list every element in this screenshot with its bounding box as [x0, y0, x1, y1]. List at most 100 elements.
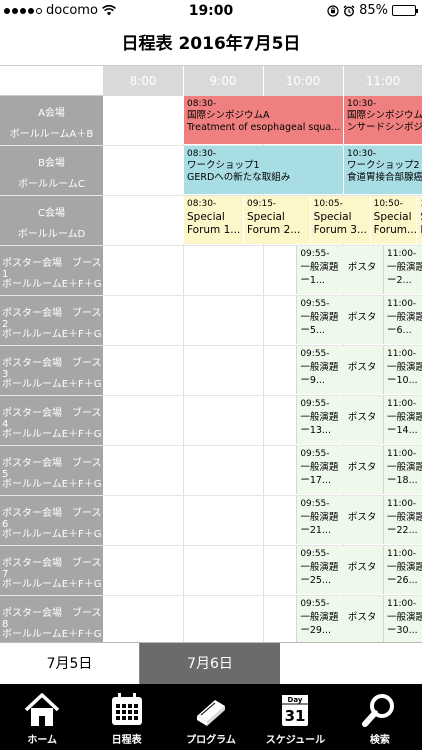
- session-title: ー18...: [387, 475, 418, 486]
- session-block[interactable]: 09:55- 一般演題 ポスタ ー29...: [296, 596, 383, 642]
- time-label: 8:00: [129, 74, 157, 88]
- session-block[interactable]: 11:00- 一般演題 ポスター6...: [383, 296, 422, 344]
- nav-item-home[interactable]: ホーム: [0, 684, 84, 750]
- session-title: ワークショップ1: [187, 160, 260, 171]
- session-title: 一般演題 ポスタ: [387, 562, 422, 573]
- session-time: 11:00-: [387, 499, 417, 509]
- session-title: 一般演題 ポスタ: [300, 562, 377, 573]
- nav-item-timetable[interactable]: 日程表: [84, 684, 168, 750]
- session-title: ー25...: [300, 575, 331, 586]
- room-label: ポスター会場 ブース7 ボールルームE＋F＋G: [0, 546, 103, 595]
- session-time: 09:55-: [300, 449, 330, 459]
- room-location: ボールルームE＋F＋G: [2, 579, 102, 590]
- session-time: 11:00-: [387, 449, 417, 459]
- session-block[interactable]: 09:55- 一般演題 ポスタ ー5...: [296, 296, 383, 344]
- session-title: ー29...: [300, 625, 331, 636]
- room-location: ボールルームC: [18, 179, 85, 190]
- session-block[interactable]: 11:00- 一般演題 ポスター22...: [383, 496, 422, 544]
- session-title: ンサードシンポジウム1...: [347, 122, 422, 133]
- session-block[interactable]: 09:55- 一般演題 ポスタ ー17...: [296, 446, 383, 494]
- session-title: 一般演題 ポスタ: [387, 512, 422, 523]
- calendar-grid-icon: [111, 693, 142, 725]
- nav-label: プログラム: [186, 735, 236, 746]
- room-label: B会場 ボールルームC: [0, 146, 103, 195]
- session-title: Forum...: [373, 224, 417, 236]
- session-block[interactable]: 09:55- 一般演題 ポスタ ー13...: [296, 396, 383, 444]
- session-title: 食道胃接合部腺癌の至適...: [347, 172, 422, 183]
- session-block[interactable]: 10:50- Special Forum...: [369, 196, 417, 244]
- rotation-lock-icon: [327, 4, 339, 17]
- session-title: 一般演題 ポスタ: [300, 262, 377, 273]
- row-timeline: 08:30- Special Forum 1... 09:15- Special Foru…: [103, 196, 422, 245]
- session-block[interactable]: 08:30- 国際シンポジウムA Treatment of esophageal s…: [183, 96, 343, 144]
- nav-item-search[interactable]: 検索: [338, 684, 422, 750]
- session-block[interactable]: 08:30- ワークショップ1 GERDへの新たな取組み: [183, 146, 343, 194]
- schedule-grid[interactable]: 8:00 9:00 10:00 11:00 A会場 ボールルームA＋B 08:30- 国際シ…: [0, 66, 422, 642]
- day-badge-number: 31: [285, 707, 306, 725]
- row-timeline: 08:30- ワークショップ1 GERDへの新たな取組み 10:30- ワークショップ2…: [103, 146, 422, 195]
- session-time: 08:30-: [187, 149, 217, 159]
- hour-gridline: [183, 446, 184, 495]
- row-timeline: 09:55- 一般演題 ポスター9... 11:00- 一般演題 ポスター10...: [103, 346, 422, 395]
- room-label: ポスター会場 ブース5 ボールルームE＋F＋G: [0, 446, 103, 495]
- session-title: 一般演題 ポスタ: [387, 312, 422, 323]
- session-title: ー26...: [387, 575, 418, 586]
- nav-label: 検索: [369, 735, 390, 746]
- tab-day-1[interactable]: 7月5日: [0, 643, 140, 685]
- session-block[interactable]: 10:05- Special Forum 3...: [309, 196, 370, 244]
- session-title: 一般演題 ポスタ: [300, 312, 377, 323]
- nav-item-schedule[interactable]: Day 31 スケジュール: [253, 684, 337, 750]
- row-timeline: 09:55- 一般演題 ポスター5... 11:00- 一般演題 ポスター6...: [103, 296, 422, 345]
- row-timeline: 09:55- 一般演題 ポスター25... 11:00- 一般演題 ポスター26...: [103, 546, 422, 595]
- schedule-row: C会場 ボールルームD 08:30- Special Forum 1... 09:15- S…: [0, 196, 422, 246]
- battery-percent: 85%: [359, 3, 388, 18]
- tab-day-2[interactable]: 7月6日: [140, 643, 280, 685]
- status-bar: docomo 19:00 85%: [0, 0, 422, 22]
- hour-gridline: [263, 396, 264, 445]
- session-block[interactable]: 11:00- 一般演題 ポスター18...: [383, 446, 422, 494]
- session-title: ー6...: [387, 325, 412, 336]
- nav-item-program[interactable]: プログラム: [169, 684, 253, 750]
- room-label: C会場 ボールルームD: [0, 196, 103, 245]
- session-block[interactable]: 09:15- Special Forum 2...: [243, 196, 310, 244]
- session-time: 11:00-: [387, 549, 417, 559]
- session-title: Forum 1...: [187, 224, 241, 236]
- session-time: 11:00-: [387, 599, 417, 609]
- session-block[interactable]: 10:30-ワークショップ2食道胃接合部腺癌の至適...: [343, 146, 422, 194]
- session-block[interactable]: 11:00- 一般演題 ポスター30...: [383, 596, 422, 642]
- session-block[interactable]: 09:55- 一般演題 ポスタ ー9...: [296, 346, 383, 394]
- room-location: ボールルームE＋F＋G: [2, 279, 102, 290]
- room-location: ボールルームE＋F＋G: [2, 379, 102, 390]
- session-time: 10:05-: [313, 199, 343, 209]
- nav-label: 日程表: [111, 735, 142, 746]
- session-block[interactable]: 11:00- 一般演題 ポスター10...: [383, 346, 422, 394]
- hour-gridline: [183, 396, 184, 445]
- session-title: 一般演題 ポスタ: [300, 412, 377, 423]
- session-block[interactable]: 09:55- 一般演題 ポスタ ー25...: [296, 546, 383, 594]
- session-time: 09:55-: [300, 599, 330, 609]
- room-location: ボールルームD: [17, 229, 86, 240]
- row-timeline: 09:55- 一般演題 ポスター1... 11:00- 一般演題 ポスター2...: [103, 246, 422, 295]
- session-block[interactable]: 08:30- Special Forum 1...: [183, 196, 243, 244]
- hour-gridline: [183, 346, 184, 395]
- session-title: ー5...: [300, 325, 325, 336]
- session-block[interactable]: 11:00- 一般演題 ポスター2...: [383, 246, 422, 294]
- session-block[interactable]: 11:00- 一般演題 ポスター26...: [383, 546, 422, 594]
- room-label: ポスター会場 ブース3 ボールルームE＋F＋G: [0, 346, 103, 395]
- session-title: Special: [187, 211, 225, 223]
- session-title: 一般演題 ポスタ: [300, 512, 377, 523]
- session-block[interactable]: 10:30-国際シンポジウムB（スポンサードシンポジウム1...: [343, 96, 422, 144]
- session-time: 09:55-: [300, 349, 330, 359]
- alarm-icon: [343, 4, 355, 17]
- session-title: Forum 2...: [247, 224, 301, 236]
- room-label: ポスター会場 ブース8 ボールルームE＋F＋G: [0, 596, 103, 642]
- session-title: ー14...: [387, 425, 418, 436]
- session-block[interactable]: 11:25-SpecialForum...: [416, 196, 422, 244]
- hour-gridline: [183, 296, 184, 345]
- room-location: ボールルームE＋F＋G: [2, 479, 102, 490]
- session-block[interactable]: 09:55- 一般演題 ポスタ ー1...: [296, 246, 383, 294]
- hour-gridline: [263, 246, 264, 295]
- session-block[interactable]: 09:55- 一般演題 ポスタ ー21...: [296, 496, 383, 544]
- hour-gridline: [183, 246, 184, 295]
- session-block[interactable]: 11:00- 一般演題 ポスター14...: [383, 396, 422, 444]
